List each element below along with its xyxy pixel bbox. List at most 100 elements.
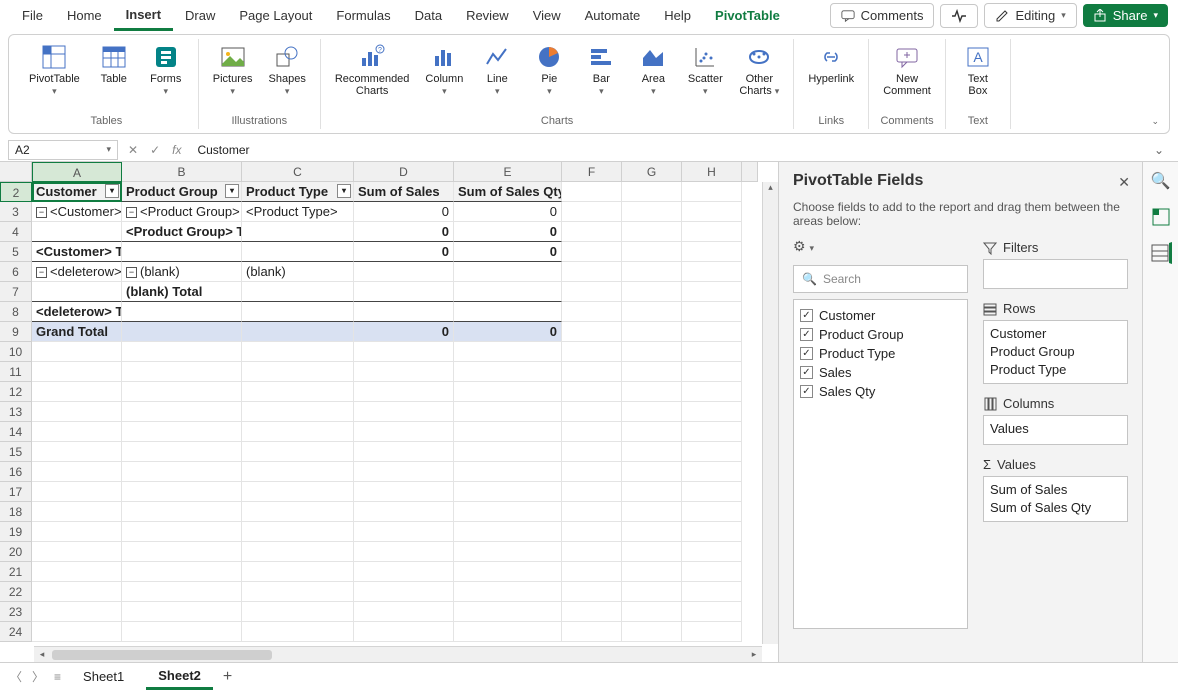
cell-D24[interactable]: [354, 622, 454, 642]
cell-H3[interactable]: [682, 202, 742, 222]
cell-D10[interactable]: [354, 342, 454, 362]
close-panel-button[interactable]: ✕: [1118, 174, 1130, 191]
cell-H23[interactable]: [682, 602, 742, 622]
cell-C2[interactable]: Product Type▾: [242, 182, 354, 202]
row-header-5[interactable]: 5: [0, 242, 32, 262]
cell-D23[interactable]: [354, 602, 454, 622]
cell-G21[interactable]: [622, 562, 682, 582]
tab-insert[interactable]: Insert: [114, 1, 173, 31]
cell-C20[interactable]: [242, 542, 354, 562]
cell-E2[interactable]: Sum of Sales Qty: [454, 182, 562, 202]
cell-C10[interactable]: [242, 342, 354, 362]
cell-B7[interactable]: (blank) Total: [122, 282, 242, 302]
cell-F20[interactable]: [562, 542, 622, 562]
cell-G15[interactable]: [622, 442, 682, 462]
cell-E14[interactable]: [454, 422, 562, 442]
cell-H21[interactable]: [682, 562, 742, 582]
share-button[interactable]: Share ▾: [1083, 4, 1168, 27]
cell-G23[interactable]: [622, 602, 682, 622]
scroll-thumb[interactable]: [52, 650, 272, 660]
cell-C4[interactable]: [242, 222, 354, 242]
cell-G12[interactable]: [622, 382, 682, 402]
filters-area[interactable]: Filters: [983, 240, 1128, 289]
ribbon-pie-chart[interactable]: Pie▾: [527, 41, 571, 99]
cell-E12[interactable]: [454, 382, 562, 402]
cell-B23[interactable]: [122, 602, 242, 622]
checkbox-icon[interactable]: ✓: [800, 309, 813, 322]
checkbox-icon[interactable]: ✓: [800, 328, 813, 341]
cell-A5[interactable]: <Customer> Total: [32, 242, 122, 262]
expand-formula-bar[interactable]: ⌄: [1148, 143, 1170, 157]
cell-D4[interactable]: 0: [354, 222, 454, 242]
cell-G7[interactable]: [622, 282, 682, 302]
ribbon-other-charts[interactable]: OtherCharts ▾: [735, 41, 783, 99]
cell-H18[interactable]: [682, 502, 742, 522]
cell-G6[interactable]: [622, 262, 682, 282]
cell-H24[interactable]: [682, 622, 742, 642]
cell-F6[interactable]: [562, 262, 622, 282]
cell-H12[interactable]: [682, 382, 742, 402]
cell-F22[interactable]: [562, 582, 622, 602]
ribbon-scatter-chart[interactable]: Scatter▾: [683, 41, 727, 99]
cell-B19[interactable]: [122, 522, 242, 542]
cell-B16[interactable]: [122, 462, 242, 482]
cell-E20[interactable]: [454, 542, 562, 562]
cell-C11[interactable]: [242, 362, 354, 382]
field-item-sales-qty[interactable]: ✓Sales Qty: [800, 382, 961, 401]
cell-B9[interactable]: [122, 322, 242, 342]
cell-H10[interactable]: [682, 342, 742, 362]
cell-B24[interactable]: [122, 622, 242, 642]
cell-C5[interactable]: [242, 242, 354, 262]
row-header-9[interactable]: 9: [0, 322, 32, 342]
cell-D7[interactable]: [354, 282, 454, 302]
cell-E6[interactable]: [454, 262, 562, 282]
cell-H15[interactable]: [682, 442, 742, 462]
cell-D18[interactable]: [354, 502, 454, 522]
row-header-10[interactable]: 10: [0, 342, 32, 362]
cell-E18[interactable]: [454, 502, 562, 522]
cell-E21[interactable]: [454, 562, 562, 582]
cell-G13[interactable]: [622, 402, 682, 422]
columns-drop-zone[interactable]: Values: [983, 415, 1128, 445]
col-header-H[interactable]: H: [682, 162, 742, 182]
ribbon-new-comment[interactable]: NewComment: [879, 41, 935, 99]
col-header-E[interactable]: E: [454, 162, 562, 182]
add-sheet-button[interactable]: +: [223, 668, 232, 686]
cell-G19[interactable]: [622, 522, 682, 542]
row-header-13[interactable]: 13: [0, 402, 32, 422]
cell-D17[interactable]: [354, 482, 454, 502]
scroll-right-icon[interactable]: ▸: [746, 649, 762, 660]
cell-B8[interactable]: [122, 302, 242, 322]
row-header-11[interactable]: 11: [0, 362, 32, 382]
row-field-customer[interactable]: Customer: [990, 325, 1121, 343]
checkbox-icon[interactable]: ✓: [800, 347, 813, 360]
checkbox-icon[interactable]: ✓: [800, 366, 813, 379]
tab-home[interactable]: Home: [55, 2, 114, 29]
col-header-B[interactable]: B: [122, 162, 242, 182]
row-header-18[interactable]: 18: [0, 502, 32, 522]
cell-F16[interactable]: [562, 462, 622, 482]
row-header-14[interactable]: 14: [0, 422, 32, 442]
values-drop-zone[interactable]: Sum of Sales Sum of Sales Qty: [983, 476, 1128, 522]
name-box[interactable]: A2 ▾: [8, 140, 118, 160]
col-header-G[interactable]: G: [622, 162, 682, 182]
cell-F7[interactable]: [562, 282, 622, 302]
field-search-input[interactable]: 🔍 Search: [793, 265, 968, 293]
collapse-icon[interactable]: −: [126, 267, 137, 278]
value-field-sales[interactable]: Sum of Sales: [990, 481, 1121, 499]
cell-A24[interactable]: [32, 622, 122, 642]
cell-C22[interactable]: [242, 582, 354, 602]
row-header-24[interactable]: 24: [0, 622, 32, 642]
col-header-F[interactable]: F: [562, 162, 622, 182]
cell-F17[interactable]: [562, 482, 622, 502]
cell-C9[interactable]: [242, 322, 354, 342]
collapse-icon[interactable]: −: [36, 207, 47, 218]
field-item-customer[interactable]: ✓Customer: [800, 306, 961, 325]
row-header-7[interactable]: 7: [0, 282, 32, 302]
cell-G3[interactable]: [622, 202, 682, 222]
cell-E24[interactable]: [454, 622, 562, 642]
cell-E13[interactable]: [454, 402, 562, 422]
cell-D20[interactable]: [354, 542, 454, 562]
cell-F8[interactable]: [562, 302, 622, 322]
cell-A19[interactable]: [32, 522, 122, 542]
